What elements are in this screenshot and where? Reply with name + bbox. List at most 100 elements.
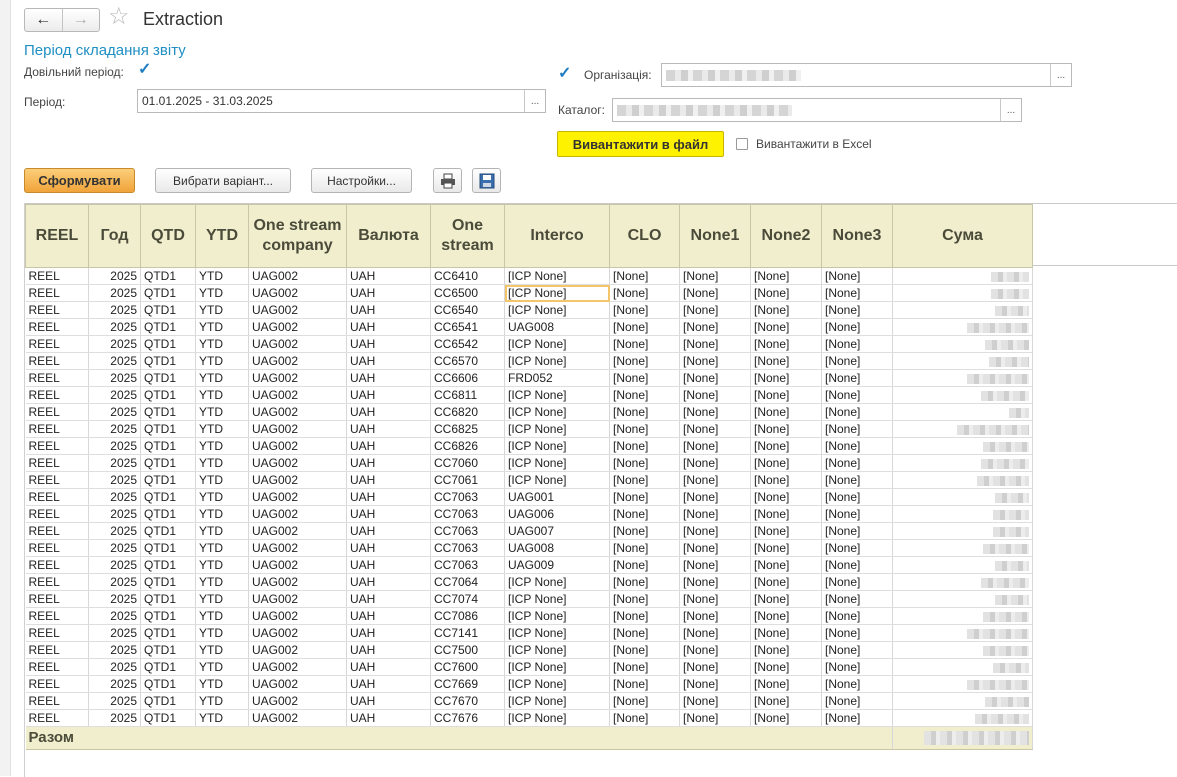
- table-cell[interactable]: [None]: [609, 420, 680, 438]
- table-cell[interactable]: [None]: [750, 590, 822, 608]
- table-cell[interactable]: [None]: [821, 352, 893, 370]
- table-cell[interactable]: [ICP None]: [504, 403, 610, 421]
- table-cell[interactable]: QTD1: [140, 471, 196, 489]
- table-cell[interactable]: QTD1: [140, 522, 196, 540]
- table-cell[interactable]: [None]: [609, 386, 680, 404]
- table-cell[interactable]: [None]: [679, 454, 751, 472]
- table-cell[interactable]: YTD: [195, 539, 249, 557]
- table-cell[interactable]: CC6811: [430, 386, 505, 404]
- table-cell[interactable]: 2025: [88, 386, 141, 404]
- table-cell[interactable]: QTD1: [140, 590, 196, 608]
- table-cell[interactable]: [None]: [679, 369, 751, 387]
- table-cell[interactable]: [None]: [750, 641, 822, 659]
- table-cell[interactable]: REEL: [25, 675, 89, 693]
- table-cell[interactable]: [None]: [821, 403, 893, 421]
- table-cell[interactable]: REEL: [25, 488, 89, 506]
- table-cell[interactable]: YTD: [195, 624, 249, 642]
- table-row[interactable]: REEL 2025 QTD1 YTD UAG002 UAH CC7676 [ICP None]…: [25, 709, 1033, 727]
- table-cell[interactable]: QTD1: [140, 573, 196, 591]
- table-cell[interactable]: QTD1: [140, 335, 196, 353]
- table-cell[interactable]: UAG002: [248, 284, 347, 302]
- report-table-area[interactable]: REEL Год QTD YTD One stream company Валю…: [24, 203, 1177, 777]
- table-cell[interactable]: QTD1: [140, 420, 196, 438]
- table-cell[interactable]: [None]: [821, 641, 893, 659]
- generate-button[interactable]: Сформувати: [24, 168, 135, 193]
- table-cell[interactable]: [None]: [821, 420, 893, 438]
- table-cell[interactable]: UAG002: [248, 590, 347, 608]
- table-cell[interactable]: 2025: [88, 454, 141, 472]
- table-cell[interactable]: [None]: [679, 556, 751, 574]
- sum-cell-redacted[interactable]: [892, 267, 1033, 285]
- table-cell[interactable]: [None]: [750, 675, 822, 693]
- table-cell[interactable]: QTD1: [140, 505, 196, 523]
- sum-cell-redacted[interactable]: [892, 658, 1033, 676]
- table-row[interactable]: REEL 2025 QTD1 YTD UAG002 UAH CC7669 [ICP None]…: [25, 675, 1033, 693]
- table-cell[interactable]: [None]: [679, 539, 751, 557]
- table-cell[interactable]: UAH: [346, 573, 431, 591]
- table-cell[interactable]: CC6540: [430, 301, 505, 319]
- table-cell[interactable]: YTD: [195, 675, 249, 693]
- table-row[interactable]: REEL 2025 QTD1 YTD UAG002 UAH CC7141 [ICP None]…: [25, 624, 1033, 642]
- table-cell[interactable]: YTD: [195, 590, 249, 608]
- table-row[interactable]: REEL 2025 QTD1 YTD UAG002 UAH CC7061 [ICP None]…: [25, 471, 1033, 489]
- sum-cell-redacted[interactable]: [892, 488, 1033, 506]
- table-cell[interactable]: [None]: [609, 437, 680, 455]
- export-to-excel-checkbox[interactable]: [736, 138, 748, 150]
- table-cell[interactable]: YTD: [195, 522, 249, 540]
- table-row[interactable]: REEL 2025 QTD1 YTD UAG002 UAH CC6826 [ICP None]…: [25, 437, 1033, 455]
- table-cell[interactable]: QTD1: [140, 607, 196, 625]
- print-button[interactable]: [433, 168, 462, 193]
- table-cell[interactable]: YTD: [195, 607, 249, 625]
- table-cell[interactable]: [ICP None]: [504, 301, 610, 319]
- table-cell[interactable]: [ICP None]: [504, 624, 610, 642]
- table-cell[interactable]: [None]: [679, 267, 751, 285]
- table-cell[interactable]: [None]: [609, 454, 680, 472]
- table-cell[interactable]: 2025: [88, 692, 141, 710]
- table-cell[interactable]: UAH: [346, 386, 431, 404]
- sum-cell-redacted[interactable]: [892, 522, 1033, 540]
- sum-cell-redacted[interactable]: [892, 335, 1033, 353]
- table-cell[interactable]: REEL: [25, 590, 89, 608]
- table-cell[interactable]: [None]: [821, 488, 893, 506]
- col-header-none3[interactable]: None3: [821, 204, 893, 268]
- table-cell[interactable]: UAG002: [248, 454, 347, 472]
- table-cell[interactable]: CC7063: [430, 488, 505, 506]
- table-cell[interactable]: [None]: [750, 437, 822, 455]
- table-cell[interactable]: [None]: [679, 675, 751, 693]
- table-cell[interactable]: YTD: [195, 403, 249, 421]
- table-cell[interactable]: UAG008: [504, 539, 610, 557]
- table-cell[interactable]: UAG006: [504, 505, 610, 523]
- sum-cell-redacted[interactable]: [892, 624, 1033, 642]
- table-cell[interactable]: UAH: [346, 556, 431, 574]
- table-cell[interactable]: [None]: [609, 675, 680, 693]
- table-cell[interactable]: CC7064: [430, 573, 505, 591]
- table-row[interactable]: REEL 2025 QTD1 YTD UAG002 UAH CC6410 [ICP None]…: [25, 267, 1033, 285]
- table-cell[interactable]: UAH: [346, 284, 431, 302]
- table-cell[interactable]: [ICP None]: [504, 641, 610, 659]
- table-cell[interactable]: YTD: [195, 420, 249, 438]
- table-cell[interactable]: [None]: [750, 488, 822, 506]
- table-cell[interactable]: [ICP None]: [504, 284, 610, 302]
- table-row[interactable]: REEL 2025 QTD1 YTD UAG002 UAH CC6540 [ICP None]…: [25, 301, 1033, 319]
- catalog-select-button[interactable]: ...: [1000, 99, 1021, 121]
- table-cell[interactable]: [None]: [750, 471, 822, 489]
- table-cell[interactable]: [None]: [750, 607, 822, 625]
- table-cell[interactable]: QTD1: [140, 267, 196, 285]
- table-cell[interactable]: [ICP None]: [504, 267, 610, 285]
- table-cell[interactable]: [None]: [679, 641, 751, 659]
- table-cell[interactable]: REEL: [25, 624, 89, 642]
- table-cell[interactable]: UAG002: [248, 267, 347, 285]
- table-cell[interactable]: REEL: [25, 471, 89, 489]
- table-cell[interactable]: QTD1: [140, 692, 196, 710]
- table-cell[interactable]: QTD1: [140, 403, 196, 421]
- table-cell[interactable]: [ICP None]: [504, 335, 610, 353]
- custom-period-checkbox-check-icon[interactable]: ✓: [138, 62, 151, 78]
- table-cell[interactable]: UAG007: [504, 522, 610, 540]
- table-cell[interactable]: REEL: [25, 658, 89, 676]
- table-cell[interactable]: UAG002: [248, 352, 347, 370]
- table-row[interactable]: REEL 2025 QTD1 YTD UAG002 UAH CC7063 UAG008 [Non…: [25, 539, 1033, 557]
- sum-cell-redacted[interactable]: [892, 386, 1033, 404]
- organization-value[interactable]: [662, 64, 1050, 86]
- table-cell[interactable]: [None]: [609, 607, 680, 625]
- table-cell[interactable]: 2025: [88, 471, 141, 489]
